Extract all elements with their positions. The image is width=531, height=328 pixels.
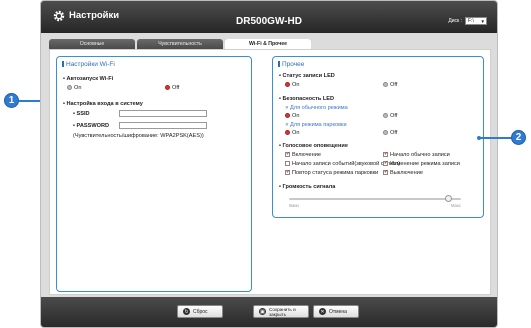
cancel-button[interactable]: ✕ Отмена [313,305,359,318]
radio-icon [67,85,72,90]
checkbox-checked-icon [383,169,388,175]
voice-option-power-on[interactable]: Включение [285,151,321,158]
radio-selected-icon [165,85,170,90]
volume-slider-handle[interactable] [445,195,453,202]
voice-alert-label: • Голосовое оповещение [279,143,348,149]
login-settings-label: • Настройка входа в систему [63,101,143,107]
title-bar: Настройки DR500GW-HD Диск : F:\ ▼ [41,1,497,33]
radio-icon [383,130,388,135]
volume-max-label: Макс [451,203,461,208]
recording-led-label: • Статус записи LED [279,73,335,79]
checkbox-icon [285,161,290,166]
disk-label: Диск : [448,18,462,24]
chevron-down-icon: ▼ [480,19,485,24]
recording-led-off-radio[interactable]: Off [383,82,397,88]
voice-option-parking-repeat[interactable]: Повтор статуса режима парковки [285,169,378,176]
radio-selected-icon [285,113,290,118]
normal-mode-on-radio[interactable]: On [285,113,299,119]
misc-settings-panel: Прочее • Статус записи LED On Off • Безо… [272,56,484,218]
wifi-settings-panel: Настройки Wi-Fi • Автозапуск Wi-Fi On Of… [56,56,252,292]
radio-icon [383,82,388,87]
normal-mode-off-radio[interactable]: Off [383,113,397,119]
settings-window: Настройки DR500GW-HD Диск : F:\ ▼ Основн… [40,0,498,328]
save-icon: ▣ [259,308,266,315]
voice-option-power-off[interactable]: Выключение [383,169,423,176]
callout-2-line [480,137,512,139]
recording-led-on-radio[interactable]: On [285,82,299,88]
tab-wifi-misc[interactable]: Wi-Fi & Прочее [225,39,311,49]
footer-bar: ↻ Сброс ▣ Сохранить и закрыть ✕ Отмена [41,297,497,327]
security-led-label: • Безопасность LED [279,96,335,102]
callout-2: 2 [511,130,526,145]
tab-bar: Основные Чувствительность Wi-Fi & Прочее [49,39,311,49]
disk-selector: Диск : F:\ ▼ [448,17,487,25]
tab-sensitivity[interactable]: Чувствительность [137,39,223,49]
wifi-panel-title: Настройки Wi-Fi [62,61,115,68]
ssid-input[interactable] [119,110,207,117]
tab-basic[interactable]: Основные [49,39,135,49]
voice-option-mode-change[interactable]: Изменение режима записи [383,160,460,167]
parking-mode-label: Для режима парковки [285,122,347,128]
disk-dropdown[interactable]: F:\ ▼ [465,17,487,25]
save-close-button[interactable]: ▣ Сохранить и закрыть [253,305,309,318]
radio-icon [383,113,388,118]
checkbox-checked-icon [383,151,388,157]
misc-panel-title: Прочее [278,61,304,68]
model-name: DR500GW-HD [236,16,302,27]
checkbox-checked-icon [383,160,388,166]
reset-icon: ↻ [183,308,190,315]
password-input[interactable] [119,122,207,129]
callout-1: 1 [4,93,19,108]
checkbox-checked-icon [285,151,290,157]
encryption-hint: (Чувствительность/шифрование: WPA2PSK(AE… [73,133,204,139]
voice-option-normal-recording[interactable]: Начало обычно записи [383,151,450,158]
reset-button[interactable]: ↻ Сброс [177,305,223,318]
disk-value: F:\ [468,18,474,24]
checkbox-checked-icon [285,169,290,175]
wifi-autostart-on-radio[interactable]: On [67,85,81,91]
radio-selected-icon [285,130,290,135]
volume-slider-track[interactable] [289,198,461,200]
normal-mode-label: Для обычного режима [285,105,348,111]
volume-min-label: 0мин [289,203,299,208]
volume-label: • Громкость сигнала [279,184,336,190]
parking-mode-off-radio[interactable]: Off [383,130,397,136]
radio-selected-icon [285,82,290,87]
close-icon: ✕ [319,308,326,315]
password-label: • PASSWORD [73,123,110,129]
tab-content: Настройки Wi-Fi • Автозапуск Wi-Fi On Of… [49,49,491,295]
wifi-autostart-off-radio[interactable]: Off [165,85,179,91]
ssid-label: • SSID [73,111,90,117]
wifi-autostart-label: • Автозапуск Wi-Fi [63,76,114,82]
parking-mode-on-radio[interactable]: On [285,130,299,136]
